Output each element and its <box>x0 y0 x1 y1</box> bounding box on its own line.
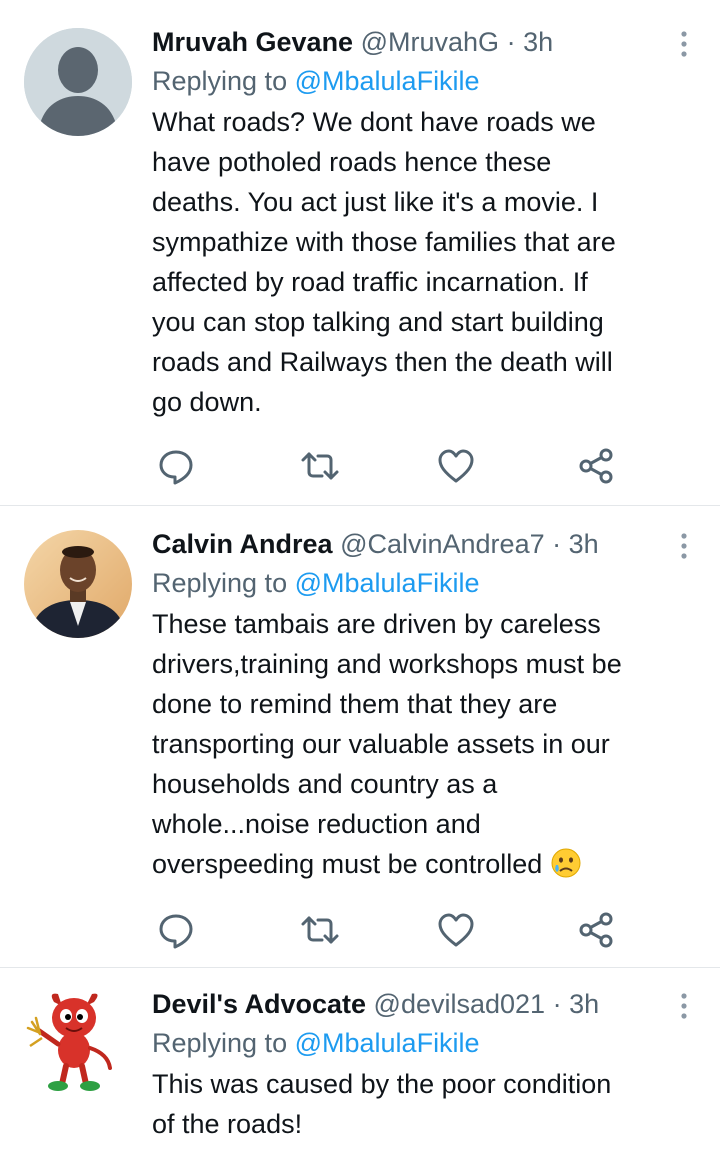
like-icon[interactable] <box>436 910 476 950</box>
retweet-icon[interactable] <box>300 910 340 950</box>
replying-to-label: Replying to <box>152 1028 288 1058</box>
user-handle[interactable]: @CalvinAndrea7 <box>340 529 545 559</box>
tweet[interactable]: Mruvah Gevane @MruvahG · 3h Replying to … <box>0 0 720 506</box>
tweet-text: These tambais are driven by careless dri… <box>152 604 692 890</box>
tweet-text-line: drivers,training and workshops must be <box>152 649 622 679</box>
tweet-text-line: affected by road traffic incarnation. If <box>152 267 588 297</box>
mention-link[interactable]: @MbalulaFikile <box>295 66 480 96</box>
profile-photo <box>24 530 132 638</box>
avatar[interactable] <box>24 28 132 136</box>
default-avatar-icon <box>24 28 132 136</box>
tweet-text-line: What roads? We dont have roads we <box>152 107 596 137</box>
timestamp[interactable]: 3h <box>569 989 599 1019</box>
like-icon[interactable] <box>436 446 476 486</box>
tweet-text-line: you can stop talking and start building <box>152 307 604 337</box>
mention-link[interactable]: @MbalulaFikile <box>295 568 480 598</box>
display-name[interactable]: Mruvah Gevane <box>152 27 353 57</box>
tweet-text-line-with-emoji: overspeeding must be controlled <box>152 844 692 890</box>
tweet-text-line: overspeeding must be controlled <box>152 849 543 879</box>
tweet-text-line: These tambais are driven by careless <box>152 609 601 639</box>
avatar[interactable] <box>24 988 132 1096</box>
tweet-text-line: roads and Railways then the death will <box>152 347 613 377</box>
tweet-text-line: deaths. You act just like it's a movie. … <box>152 187 599 217</box>
tweet-body: Devil's Advocate @devilsad021 · 3h Reply… <box>152 984 692 1144</box>
replying-to: Replying to @MbalulaFikile <box>152 62 692 100</box>
avatar[interactable] <box>24 530 132 638</box>
tweet-actions <box>152 446 632 486</box>
more-options-icon[interactable] <box>672 532 696 562</box>
devil-mascot-icon <box>24 988 132 1096</box>
display-name[interactable]: Calvin Andrea <box>152 529 333 559</box>
user-handle[interactable]: @devilsad021 <box>374 989 546 1019</box>
crying-face-emoji <box>550 847 582 890</box>
tweet-text: What roads? We dont have roads we have p… <box>152 102 692 422</box>
tweet-text-line: done to remind them that they are <box>152 689 558 719</box>
timestamp[interactable]: 3h <box>569 529 599 559</box>
mention-link[interactable]: @MbalulaFikile <box>295 1028 480 1058</box>
tweet-text-line: of the roads! <box>152 1109 303 1139</box>
tweet-header: Calvin Andrea @CalvinAndrea7 · 3h <box>152 524 692 564</box>
tweet-body: Calvin Andrea @CalvinAndrea7 · 3h Replyi… <box>152 524 692 890</box>
tweet-text-line: sympathize with those families that are <box>152 227 616 257</box>
separator-dot: · <box>552 989 562 1019</box>
tweet-text-line: transporting our valuable assets in our <box>152 729 610 759</box>
tweet-text-line: whole...noise reduction and <box>152 809 481 839</box>
tweet-text-line: have potholed roads hence these <box>152 147 552 177</box>
replying-to-label: Replying to <box>152 568 288 598</box>
tweet-actions <box>152 910 632 950</box>
timestamp[interactable]: 3h <box>523 27 553 57</box>
tweet-text-line: go down. <box>152 387 262 417</box>
tweet-text: This was caused by the poor condition of… <box>152 1064 692 1144</box>
tweet-body: Mruvah Gevane @MruvahG · 3h Replying to … <box>152 22 692 422</box>
user-handle[interactable]: @MruvahG <box>361 27 499 57</box>
display-name[interactable]: Devil's Advocate <box>152 989 366 1019</box>
tweet[interactable]: Calvin Andrea @CalvinAndrea7 · 3h Replyi… <box>0 506 720 968</box>
share-icon[interactable] <box>576 910 616 950</box>
tweet[interactable]: Devil's Advocate @devilsad021 · 3h Reply… <box>0 968 720 1152</box>
tweet-header: Mruvah Gevane @MruvahG · 3h <box>152 22 692 62</box>
tweet-feed: Mruvah Gevane @MruvahG · 3h Replying to … <box>0 0 720 1152</box>
replying-to-label: Replying to <box>152 66 288 96</box>
tweet-header: Devil's Advocate @devilsad021 · 3h <box>152 984 692 1024</box>
separator-dot: · <box>552 529 562 559</box>
tweet-text-line: households and country as a <box>152 769 498 799</box>
separator-dot: · <box>506 27 516 57</box>
retweet-icon[interactable] <box>300 446 340 486</box>
more-options-icon[interactable] <box>672 30 696 60</box>
share-icon[interactable] <box>576 446 616 486</box>
reply-icon[interactable] <box>156 446 196 486</box>
replying-to: Replying to @MbalulaFikile <box>152 564 692 602</box>
tweet-text-line: This was caused by the poor condition <box>152 1069 612 1099</box>
more-options-icon[interactable] <box>672 992 696 1022</box>
replying-to: Replying to @MbalulaFikile <box>152 1024 692 1062</box>
reply-icon[interactable] <box>156 910 196 950</box>
